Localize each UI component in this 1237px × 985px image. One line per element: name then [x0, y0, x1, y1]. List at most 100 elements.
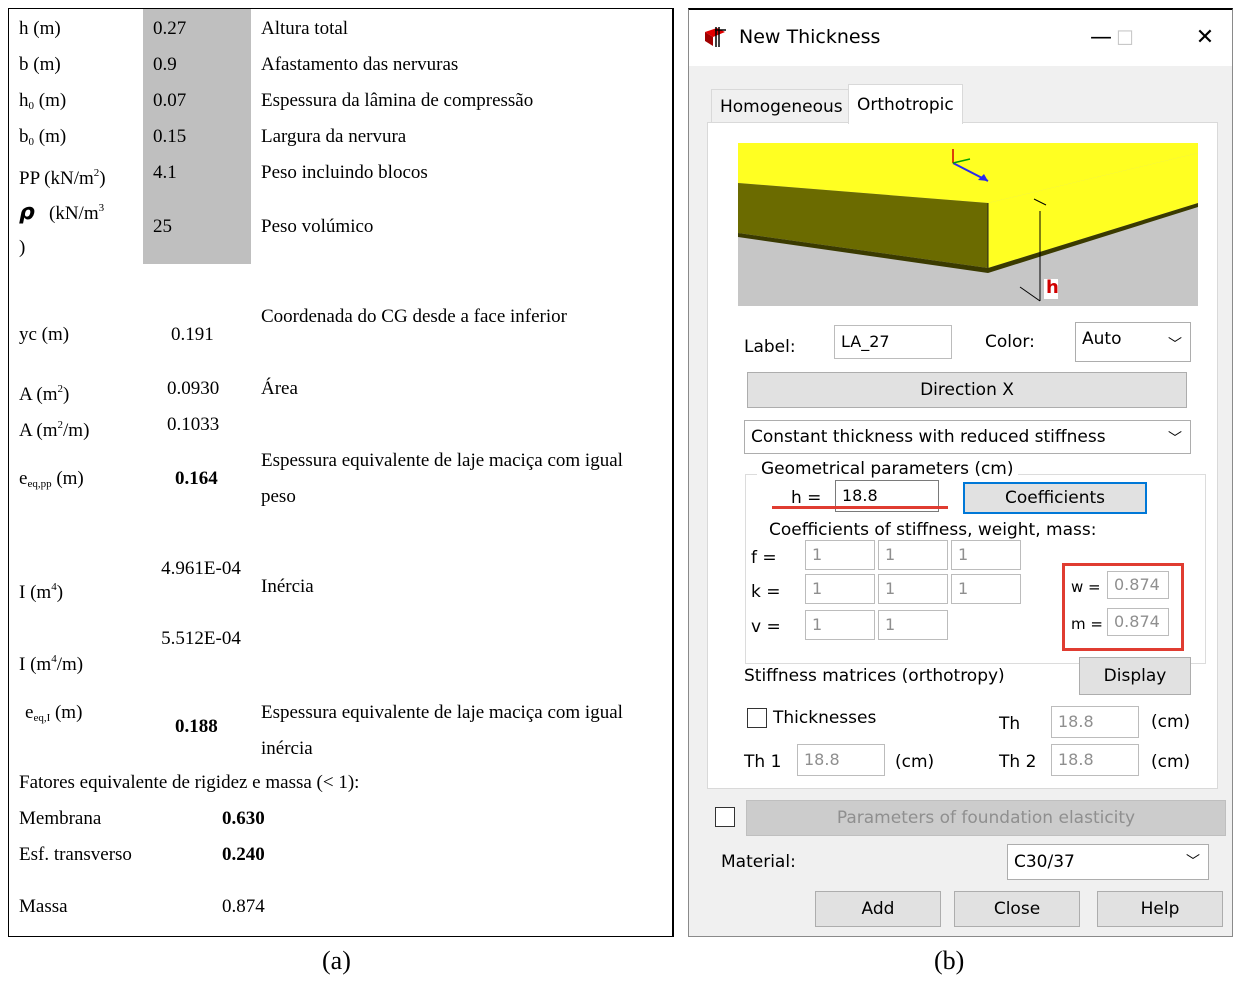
close-button[interactable]: Close [954, 891, 1080, 927]
label-b0: b0 (m) [19, 126, 67, 148]
desc-b: Afastamento das nervuras [261, 54, 459, 75]
caption-a: (a) [322, 946, 351, 975]
chevron-down-icon: ﹀ [1186, 854, 1200, 870]
caption-b: (b) [934, 946, 965, 975]
desc-yc: Coordenada do CG desde a face inferior [261, 306, 567, 327]
w-m-highlight-box [1062, 563, 1184, 651]
f-coeff-2[interactable]: 1 [878, 540, 948, 570]
desc-rho: Peso volúmico [261, 216, 374, 237]
label-eq-i: eeq,I (m) [25, 702, 83, 724]
label-b: b (m) [19, 54, 61, 75]
tab-homogeneous[interactable]: Homogeneous [711, 89, 852, 123]
coefficients-label: Coefficients of stiffness, weight, mass: [769, 520, 1097, 540]
v-row-label: v = [751, 617, 781, 637]
value-h0: 0.07 [153, 90, 187, 111]
desc-eq-i: Espessura equivalente de laje maciça com… [261, 702, 623, 759]
v-coeff-1[interactable]: 1 [805, 610, 875, 640]
value-eq-i: 0.188 [175, 716, 218, 737]
desc-area: Área [261, 378, 298, 399]
label-area-per-m: A (m2/m) [19, 419, 90, 441]
label-rho: ρ (kN/m3) [19, 200, 105, 258]
color-select[interactable]: Auto ﹀ [1075, 322, 1191, 362]
label-esf-transverso: Esf. transverso [19, 844, 132, 865]
stiffness-matrices-label: Stiffness matrices (orthotropy) [744, 666, 1005, 686]
slab-preview: h [738, 143, 1198, 306]
f-coeff-3[interactable]: 1 [951, 540, 1021, 570]
display-button[interactable]: Display [1079, 657, 1191, 695]
value-membrana: 0.630 [222, 808, 265, 829]
k-coeff-1[interactable]: 1 [805, 574, 875, 604]
desc-pp: Peso incluindo blocos [261, 162, 428, 183]
new-thickness-dialog: New Thickness — ☐ ✕ Homogeneous Orthotro… [688, 8, 1233, 937]
f-row-label: f = [751, 548, 777, 568]
label-massa: Massa [19, 896, 68, 917]
label-eq-pp: eeq,pp (m) [19, 468, 84, 490]
th-label: Th [999, 714, 1021, 734]
th-input[interactable]: 18.8 [1051, 706, 1139, 738]
k-coeff-2[interactable]: 1 [878, 574, 948, 604]
th1-unit: (cm) [895, 752, 935, 772]
label-inertia: I (m4) [19, 581, 64, 603]
label-field-label: Label: [744, 337, 796, 357]
title-bar: New Thickness — ☐ ✕ [689, 10, 1232, 66]
value-area: 0.0930 [167, 378, 220, 399]
value-area-per-m: 0.1033 [167, 414, 220, 435]
th2-unit: (cm) [1151, 752, 1191, 772]
desc-h: Altura total [261, 18, 349, 39]
app-icon [705, 27, 726, 47]
properties-table: h (m) 0.27 Altura total b (m) 0.9 Afasta… [8, 8, 674, 937]
label-input[interactable]: LA_27 [834, 325, 952, 359]
label-h0: h0 (m) [19, 90, 67, 112]
coefficients-button[interactable]: Coefficients [963, 482, 1147, 514]
add-button[interactable]: Add [815, 891, 941, 927]
preview-h-label: h [1046, 277, 1059, 298]
label-h: h (m) [19, 18, 61, 39]
chevron-down-icon: ﹀ [1168, 337, 1182, 353]
direction-x-button[interactable]: Direction X [747, 372, 1187, 408]
desc-inertia: Inércia [261, 576, 314, 597]
close-window-button[interactable]: ✕ [1185, 20, 1225, 56]
help-button[interactable]: Help [1097, 891, 1223, 927]
label-membrana: Membrana [19, 808, 102, 829]
maximize-button[interactable]: ☐ [1105, 20, 1145, 56]
th-unit: (cm) [1151, 712, 1191, 732]
thicknesses-checkbox[interactable] [747, 708, 767, 728]
th1-label: Th 1 [744, 752, 782, 772]
material-select[interactable]: C30/37 ﹀ [1007, 844, 1209, 880]
desc-eq-pp: Espessura equivalente de laje maciça com… [261, 450, 623, 507]
value-inertia: 4.961E-04 [161, 558, 241, 579]
value-h: 0.27 [153, 18, 187, 39]
value-esf-transverso: 0.240 [222, 844, 265, 865]
v-coeff-2[interactable]: 1 [878, 610, 948, 640]
label-inertia-per-m: I (m4/m) [19, 653, 84, 675]
thickness-type-select[interactable]: Constant thickness with reduced stiffnes… [744, 420, 1191, 454]
thicknesses-label: Thicknesses [773, 708, 877, 728]
th2-input[interactable]: 18.8 [1051, 744, 1139, 776]
chevron-down-icon: ﹀ [1168, 431, 1182, 447]
value-yc: 0.191 [171, 324, 214, 345]
dialog-title: New Thickness [739, 26, 881, 48]
foundation-elasticity-button[interactable]: Parameters of foundation elasticity [746, 800, 1226, 836]
value-inertia-per-m: 5.512E-04 [161, 628, 241, 649]
value-pp: 4.1 [153, 162, 177, 183]
f-coeff-1[interactable]: 1 [805, 540, 875, 570]
foundation-checkbox[interactable] [715, 807, 735, 827]
tab-orthotropic[interactable]: Orthotropic [848, 84, 963, 124]
value-b: 0.9 [153, 54, 177, 75]
value-eq-pp: 0.164 [175, 468, 218, 489]
desc-h0: Espessura da lâmina de compressão [261, 90, 534, 111]
k-row-label: k = [751, 582, 781, 602]
value-b0: 0.15 [153, 126, 187, 147]
geom-group-title: Geometrical parameters (cm) [757, 459, 1018, 479]
factors-title: Fatores equivalente de rigidez e massa (… [19, 772, 360, 793]
color-field-label: Color: [985, 332, 1035, 352]
value-rho: 25 [153, 216, 172, 237]
label-yc: yc (m) [19, 324, 70, 345]
material-label: Material: [721, 852, 796, 872]
value-massa: 0.874 [222, 896, 265, 917]
h-field-label: h = [791, 488, 822, 508]
k-coeff-3[interactable]: 1 [951, 574, 1021, 604]
th2-label: Th 2 [999, 752, 1037, 772]
th1-input[interactable]: 18.8 [797, 744, 885, 776]
desc-b0: Largura da nervura [261, 126, 407, 147]
